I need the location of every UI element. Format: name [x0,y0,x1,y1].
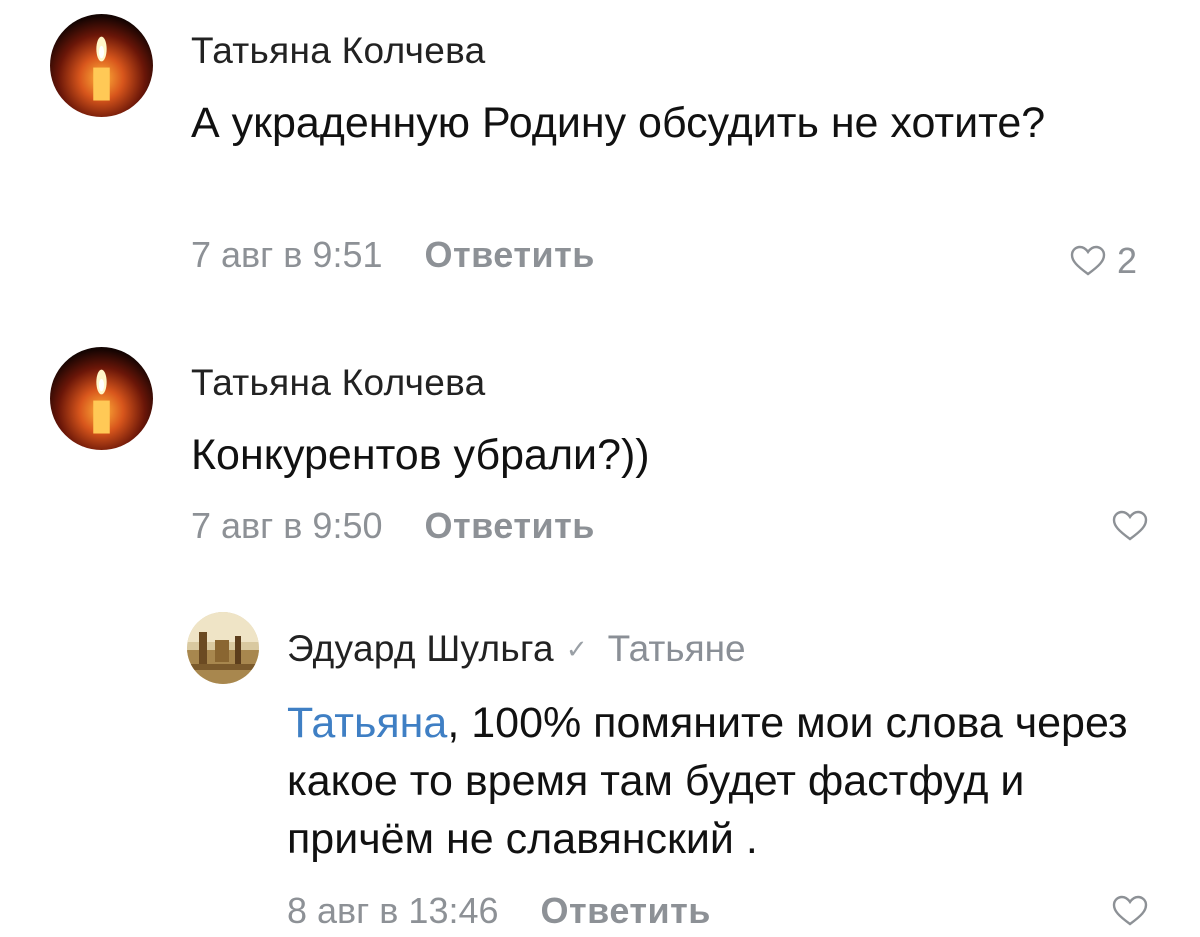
like-button[interactable]: 2 [1069,240,1137,282]
reply-button[interactable]: Ответить [425,234,595,276]
reply-button[interactable]: Ответить [541,890,711,932]
comment-author[interactable]: Татьяна Колчева [191,30,486,72]
reply-button[interactable]: Ответить [425,505,595,547]
like-button[interactable] [1111,510,1149,542]
comment-text: Конкурентов убрали?)) [191,431,650,479]
reply-text-block: Татьяна, 100% помяните мои слова через к… [287,694,1147,868]
like-button[interactable] [1111,895,1149,927]
checkmark-icon: ✓ [565,633,588,664]
reply-to-name[interactable]: Татьяне [608,628,746,670]
comment-date: 7 авг в 9:51 [191,234,383,275]
heart-icon [1112,510,1148,541]
heart-icon [1070,245,1106,276]
candle-avatar-icon[interactable] [50,347,153,450]
comment-date: 7 авг в 9:50 [191,505,383,546]
candle-avatar-icon[interactable] [50,14,153,117]
heart-icon [1112,895,1148,926]
reply-author[interactable]: Эдуард Шульга [287,628,554,670]
mention-link[interactable]: Татьяна [287,699,447,747]
like-count: 2 [1117,240,1138,281]
reply-date: 8 авг в 13:46 [287,890,499,931]
landscape-avatar-icon[interactable] [187,612,259,684]
comment-author[interactable]: Татьяна Колчева [191,362,486,404]
comment-text: А украденную Родину обсудить не хотите? [191,99,1046,147]
